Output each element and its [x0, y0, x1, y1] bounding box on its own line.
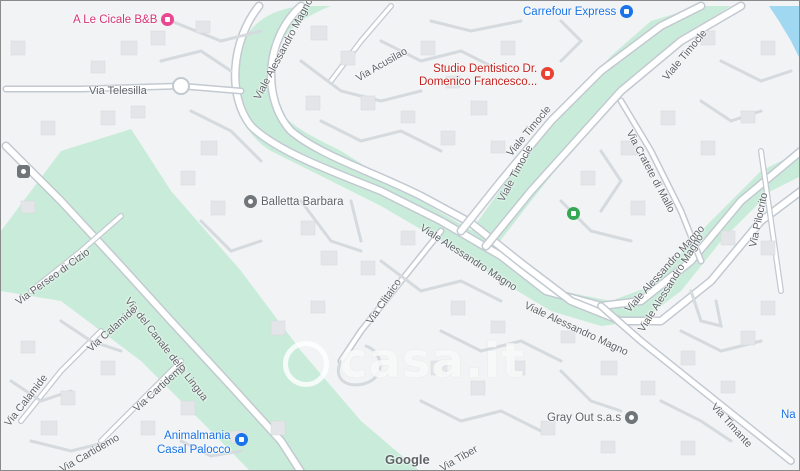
poi-partial-right[interactable]: Na: [781, 409, 796, 421]
shopping-cart-icon: [620, 5, 634, 18]
poi-animalmania[interactable]: Animalmania Casal Palocco: [157, 429, 248, 457]
poi-label: Na: [781, 409, 796, 421]
poi-gray-out[interactable]: Gray Out s.a.s: [547, 411, 639, 424]
street-via-telesilla: Via Telesilla: [89, 85, 147, 97]
bed-icon: [161, 13, 175, 26]
poi-le-cicale-bnb[interactable]: A Le Cicale B&B: [73, 13, 175, 26]
poi-carrefour-express[interactable]: Carrefour Express: [523, 5, 634, 18]
poi-label-line1: Studio Dentistico Dr.: [433, 63, 538, 75]
map-frame[interactable]: Via Telesilla Viale Alessandro Magno Via…: [0, 0, 800, 471]
tree-icon: [567, 207, 580, 220]
pin-icon: [625, 411, 639, 424]
poi-label: Balletta Barbara: [261, 195, 344, 208]
poi-label: A Le Cicale B&B: [73, 13, 158, 26]
poi-balletta-barbara[interactable]: Balletta Barbara: [244, 195, 343, 208]
poi-label-line2: Domenico Francesco...: [419, 76, 538, 88]
poi-label: Gray Out s.a.s: [547, 411, 622, 424]
poi-park-tree[interactable]: [567, 207, 580, 220]
pin-icon: [244, 195, 257, 208]
poi-label: Carrefour Express: [523, 5, 617, 18]
medical-icon: [541, 67, 555, 80]
pet-shop-icon: [234, 433, 248, 446]
bus-stop-icon: [17, 165, 30, 178]
casa-watermark: casa.it: [283, 333, 525, 389]
poi-label-line2: Casal Palocco: [157, 444, 231, 456]
poi-bus-stop[interactable]: [17, 165, 30, 178]
watermark-text: casa.it: [339, 333, 526, 389]
google-logo[interactable]: Google: [385, 452, 430, 467]
poi-studio-dentistico[interactable]: Studio Dentistico Dr. Domenico Francesco…: [419, 63, 555, 89]
poi-label-group: Animalmania Casal Palocco: [157, 429, 231, 457]
roundabout: [172, 77, 190, 95]
poi-label-line1: Animalmania: [164, 430, 231, 442]
poi-label-group: Studio Dentistico Dr. Domenico Francesco…: [419, 63, 537, 89]
map-canvas[interactable]: [1, 1, 800, 471]
